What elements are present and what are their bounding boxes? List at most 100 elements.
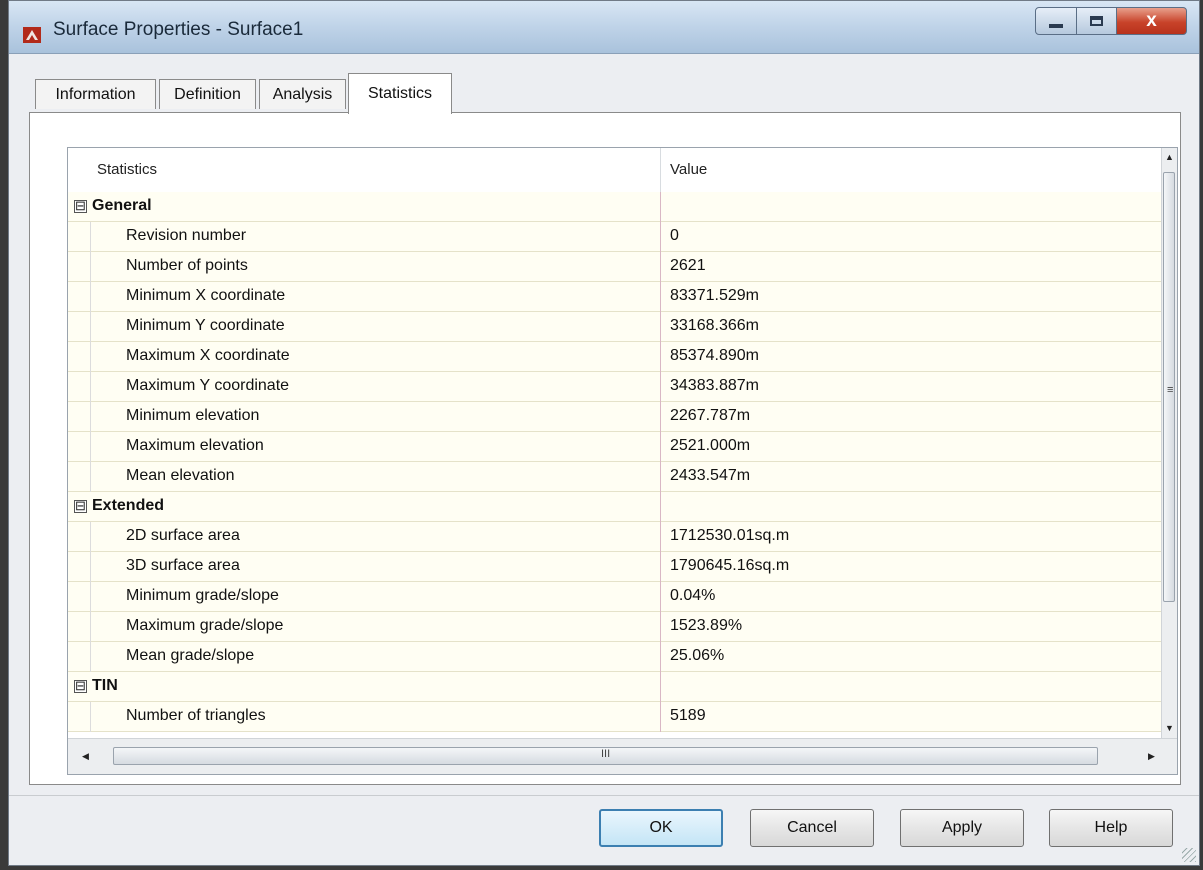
stat-name: Number of points <box>126 257 248 274</box>
table-row[interactable]: Number of triangles 5189 <box>68 702 1164 732</box>
stat-name: Minimum elevation <box>126 407 260 424</box>
table-row[interactable]: Maximum Y coordinate 34383.887m <box>68 372 1164 402</box>
stat-name: Maximum elevation <box>126 437 264 454</box>
table-row[interactable]: Minimum X coordinate 83371.529m <box>68 282 1164 312</box>
tab-definition[interactable]: Definition <box>159 79 256 109</box>
tab-label: Information <box>55 85 136 103</box>
indent-guide <box>90 462 91 492</box>
collapse-icon[interactable]: ⊟ <box>74 499 87 513</box>
indent-guide <box>90 552 91 582</box>
group-label: General <box>92 197 152 214</box>
apply-button[interactable]: Apply <box>900 809 1024 847</box>
stat-value: 1712530.01sq.m <box>670 527 790 544</box>
button-label: Apply <box>941 819 983 836</box>
cell-divider <box>660 522 661 552</box>
scroll-left-icon[interactable]: ◀ <box>82 751 89 762</box>
column-header-value[interactable]: Value <box>670 161 707 178</box>
cell-divider <box>660 552 661 582</box>
collapse-icon[interactable]: ⊟ <box>74 199 87 213</box>
scroll-down-icon[interactable]: ▼ <box>1165 723 1174 733</box>
indent-guide <box>90 312 91 342</box>
cell-divider <box>660 282 661 312</box>
indent-guide <box>90 702 91 732</box>
table-row[interactable]: Minimum elevation 2267.787m <box>68 402 1164 432</box>
tab-label: Statistics <box>367 85 432 102</box>
stat-name: Maximum Y coordinate <box>126 377 290 394</box>
maximize-button[interactable] <box>1077 7 1117 35</box>
table-row[interactable]: Minimum Y coordinate 33168.366m <box>68 312 1164 342</box>
indent-guide <box>90 342 91 372</box>
indent-guide <box>90 522 91 552</box>
stat-name: Mean elevation <box>126 467 235 484</box>
footer-divider <box>9 795 1199 796</box>
cell-divider <box>660 222 661 252</box>
stat-value: 2621 <box>670 257 706 274</box>
indent-guide <box>90 582 91 612</box>
cancel-button[interactable]: Cancel <box>750 809 874 847</box>
tab-analysis[interactable]: Analysis <box>259 79 346 109</box>
table-row[interactable]: Maximum grade/slope 1523.89% <box>68 612 1164 642</box>
cell-divider <box>660 672 661 702</box>
stat-value: 33168.366m <box>670 317 759 334</box>
indent-guide <box>90 642 91 672</box>
cell-divider <box>660 312 661 342</box>
cell-divider <box>660 612 661 642</box>
title-bar[interactable]: Surface Properties - Surface1 x <box>9 1 1199 54</box>
table-row[interactable]: 3D surface area 1790645.16sq.m <box>68 552 1164 582</box>
table-row[interactable]: 2D surface area 1712530.01sq.m <box>68 522 1164 552</box>
indent-guide <box>90 252 91 282</box>
vertical-scrollbar[interactable]: ▲ ≡ ▼ <box>1161 148 1177 739</box>
tab-label: Definition <box>174 85 241 103</box>
stat-name: Number of triangles <box>126 707 266 724</box>
column-divider[interactable] <box>660 148 661 192</box>
cell-divider <box>660 432 661 462</box>
close-icon: x <box>1146 10 1157 31</box>
button-label: Help <box>1094 819 1128 836</box>
minimize-button[interactable] <box>1035 7 1077 35</box>
stat-value: 5189 <box>670 707 706 724</box>
table-row[interactable]: Revision number 0 <box>68 222 1164 252</box>
stat-value: 83371.529m <box>670 287 759 304</box>
cell-divider <box>660 642 661 672</box>
column-header-statistics[interactable]: Statistics <box>97 161 157 178</box>
group-row-general[interactable]: ⊟ General <box>68 192 1164 222</box>
resize-grip-icon[interactable] <box>1182 848 1196 862</box>
scroll-up-icon[interactable]: ▲ <box>1165 152 1174 162</box>
scroll-right-icon[interactable]: ▶ <box>1148 751 1155 762</box>
horizontal-scrollbar[interactable]: ◀ III ▶ <box>68 738 1177 774</box>
vertical-scroll-thumb[interactable]: ≡ <box>1163 172 1175 602</box>
table-row[interactable]: Minimum grade/slope 0.04% <box>68 582 1164 612</box>
cell-divider <box>660 462 661 492</box>
cell-divider <box>660 192 661 222</box>
help-button[interactable]: Help <box>1049 809 1173 847</box>
close-button[interactable]: x <box>1117 7 1187 35</box>
tab-label: Analysis <box>272 85 333 103</box>
table-row[interactable]: Maximum X coordinate 85374.890m <box>68 342 1164 372</box>
tab-statistics[interactable]: Statistics <box>348 73 452 114</box>
minimize-icon <box>1049 24 1063 28</box>
button-label: Cancel <box>787 819 837 836</box>
table-row[interactable]: Maximum elevation 2521.000m <box>68 432 1164 462</box>
grid-header: Statistics Value <box>68 148 1164 193</box>
stat-name: Minimum X coordinate <box>126 287 286 304</box>
ok-button[interactable]: OK <box>599 809 723 847</box>
stat-value: 1523.89% <box>670 617 743 634</box>
group-label: Extended <box>92 497 165 514</box>
window-controls: x <box>1035 7 1187 37</box>
horizontal-scroll-thumb[interactable]: III <box>113 747 1098 765</box>
table-row[interactable]: Mean grade/slope 25.06% <box>68 642 1164 672</box>
stat-value: 2433.547m <box>670 467 751 484</box>
statistics-panel: Statistics Value ⊟ General Revision numb… <box>29 112 1181 785</box>
stat-name: Minimum Y coordinate <box>126 317 285 334</box>
stat-value: 0.04% <box>670 587 716 604</box>
collapse-icon[interactable]: ⊟ <box>74 679 87 693</box>
tab-information[interactable]: Information <box>35 79 156 109</box>
stat-name: 3D surface area <box>126 557 240 574</box>
table-row[interactable]: Number of points 2621 <box>68 252 1164 282</box>
grip-icon: III <box>601 748 611 760</box>
table-row[interactable]: Mean elevation 2433.547m <box>68 462 1164 492</box>
cell-divider <box>660 342 661 372</box>
group-row-extended[interactable]: ⊟ Extended <box>68 492 1164 522</box>
group-row-tin[interactable]: ⊟ TIN <box>68 672 1164 702</box>
window-title: Surface Properties - Surface1 <box>53 19 304 40</box>
